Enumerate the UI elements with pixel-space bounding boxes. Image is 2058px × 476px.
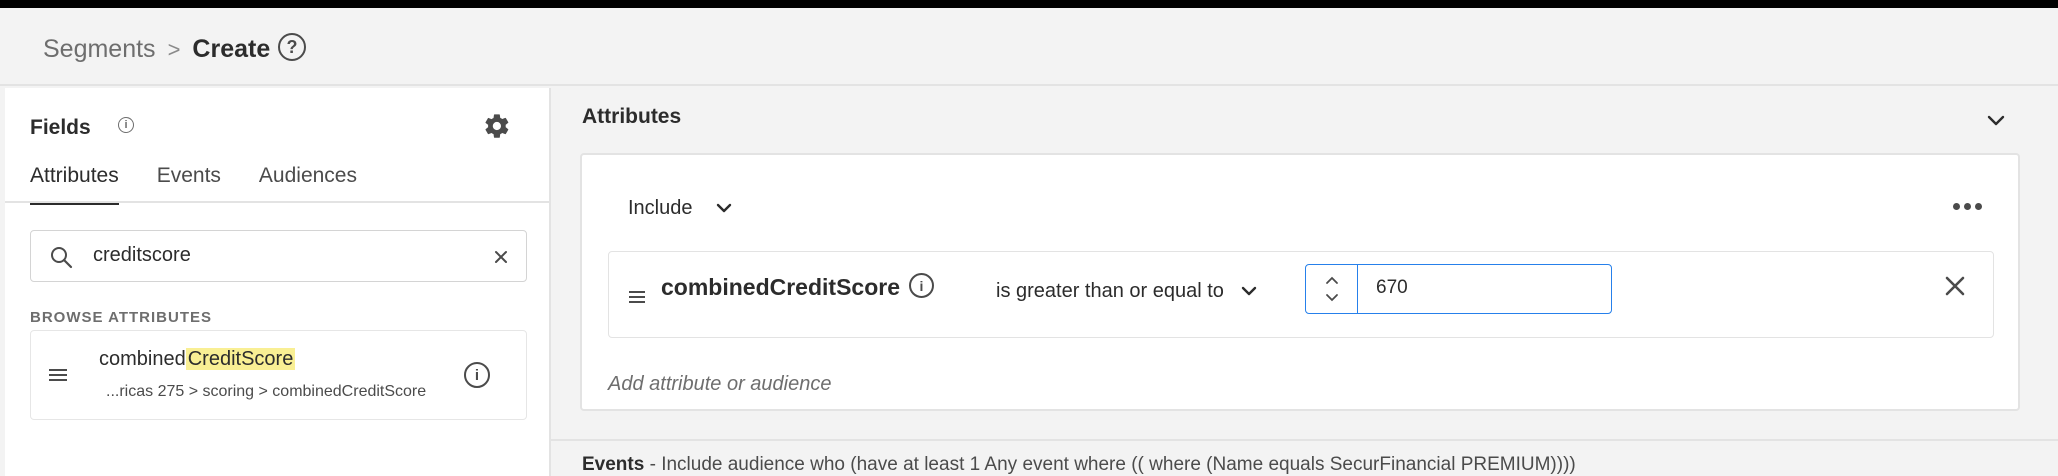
breadcrumb: Segments > Create bbox=[43, 35, 270, 64]
tab-events[interactable]: Events bbox=[157, 164, 221, 205]
events-label: Events bbox=[582, 454, 645, 475]
chevron-down-icon bbox=[715, 197, 733, 220]
events-section[interactable]: Events - Include audience who (have at l… bbox=[551, 439, 2058, 476]
attributes-section-heading: Attributes bbox=[582, 105, 682, 128]
rule-builder-panel: Attributes Include combinedCreditScore i… bbox=[551, 88, 2058, 476]
stepper-up-icon[interactable] bbox=[1325, 276, 1339, 285]
fields-tabs: Attributes Events Audiences bbox=[30, 164, 395, 205]
page-title: Create bbox=[192, 35, 271, 63]
more-icon[interactable] bbox=[1953, 203, 1982, 210]
tab-divider bbox=[5, 201, 549, 203]
add-attribute-placeholder[interactable]: Add attribute or audience bbox=[608, 373, 832, 396]
clear-icon[interactable] bbox=[493, 242, 509, 271]
breadcrumb-segments-link[interactable]: Segments bbox=[43, 35, 156, 64]
search-icon bbox=[49, 245, 73, 274]
tab-attributes[interactable]: Attributes bbox=[30, 164, 119, 205]
attribute-rule-container: Include combinedCreditScore i is greater… bbox=[580, 153, 2020, 411]
drag-handle-icon[interactable] bbox=[49, 367, 67, 388]
value-input[interactable]: 670 bbox=[1358, 265, 1408, 313]
search-value[interactable]: creditscore bbox=[93, 244, 191, 267]
attribute-info-icon[interactable]: i bbox=[464, 362, 490, 388]
operator-label: is greater than or equal to bbox=[996, 280, 1224, 302]
attribute-name-match: CreditScore bbox=[185, 348, 296, 370]
fields-info-icon[interactable]: i bbox=[118, 117, 134, 133]
breadcrumb-separator: > bbox=[167, 36, 181, 62]
condition-row: combinedCreditScore i is greater than or… bbox=[608, 251, 1994, 338]
value-stepper[interactable] bbox=[1306, 265, 1358, 313]
page-header: Segments > Create ? bbox=[0, 8, 2058, 86]
condition-attribute-name: combinedCreditScore bbox=[661, 274, 900, 300]
fields-panel: Fields i Attributes Events Audiences cre… bbox=[5, 88, 549, 476]
browse-attributes-heading: BROWSE ATTRIBUTES bbox=[30, 309, 212, 326]
tab-audiences[interactable]: Audiences bbox=[259, 164, 357, 205]
top-bar bbox=[0, 0, 2058, 8]
attribute-result-item[interactable]: combined CreditScore ...ricas 275 > scori… bbox=[30, 330, 527, 420]
close-icon[interactable] bbox=[1944, 275, 1966, 302]
events-summary-text: - Include audience who (have at least 1 … bbox=[644, 454, 1576, 475]
attribute-name: combined CreditScore bbox=[99, 348, 296, 371]
events-summary: Events - Include audience who (have at l… bbox=[582, 454, 1576, 476]
chevron-down-icon bbox=[1240, 280, 1258, 303]
search-input[interactable]: creditscore bbox=[30, 230, 527, 282]
attribute-name-prefix: combined bbox=[99, 348, 186, 370]
condition-info-icon[interactable]: i bbox=[909, 273, 934, 298]
drag-handle-icon[interactable] bbox=[629, 290, 645, 309]
attribute-path: ...ricas 275 > scoring > combinedCreditS… bbox=[106, 383, 427, 400]
include-dropdown[interactable]: Include bbox=[628, 197, 733, 220]
help-icon[interactable]: ? bbox=[278, 33, 306, 61]
include-label: Include bbox=[628, 197, 693, 219]
fields-title: Fields bbox=[30, 116, 91, 139]
chevron-down-icon[interactable] bbox=[1986, 114, 2006, 133]
gear-icon[interactable] bbox=[483, 112, 511, 145]
operator-dropdown[interactable]: is greater than or equal to bbox=[996, 280, 1258, 303]
value-number-field[interactable]: 670 bbox=[1305, 264, 1612, 314]
stepper-down-icon[interactable] bbox=[1325, 293, 1339, 302]
